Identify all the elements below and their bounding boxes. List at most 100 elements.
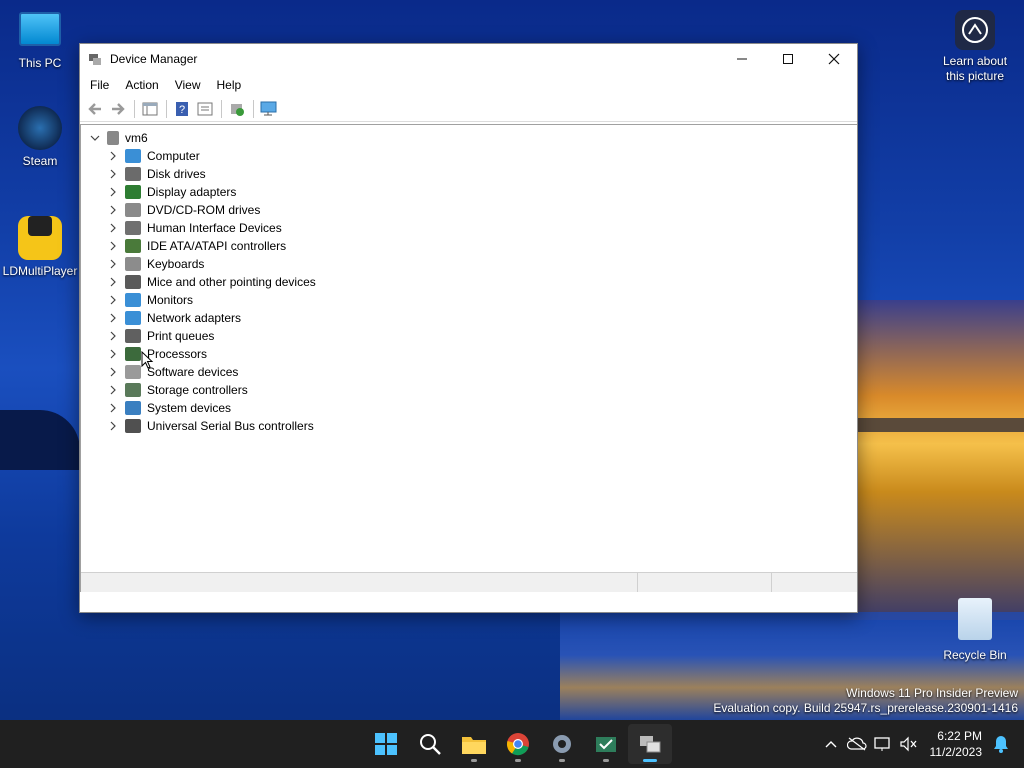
feedback-hub-button[interactable]: [584, 724, 628, 764]
volume-button[interactable]: [896, 731, 922, 757]
steam-icon: [18, 106, 62, 150]
title-bar[interactable]: Device Manager: [80, 44, 857, 74]
forward-button[interactable]: [107, 98, 129, 120]
show-hidden-icons-button[interactable]: [818, 731, 844, 757]
desktop-icon-steam[interactable]: Steam: [0, 106, 80, 168]
wallpaper-pier: [858, 418, 1024, 432]
close-button[interactable]: [811, 44, 857, 74]
software-device-icon: [125, 365, 141, 379]
expand-chevron-icon[interactable]: [107, 366, 119, 378]
expand-chevron-icon[interactable]: [107, 150, 119, 162]
menu-help[interactable]: Help: [209, 78, 250, 92]
device-category-row[interactable]: DVD/CD-ROM drives: [107, 201, 260, 219]
expand-chevron-icon[interactable]: [107, 276, 119, 288]
watermark-line1: Windows 11 Pro Insider Preview: [846, 686, 1018, 700]
device-category-row[interactable]: Keyboards: [107, 255, 204, 273]
scan-hardware-icon: [260, 101, 277, 115]
device-category-row[interactable]: Monitors: [107, 291, 193, 309]
device-manager-taskbar-button[interactable]: [628, 724, 672, 764]
minimize-button[interactable]: [719, 44, 765, 74]
device-manager-icon: [640, 736, 661, 753]
device-manager-app-icon: [88, 52, 102, 66]
notifications-button[interactable]: [988, 731, 1014, 757]
start-button[interactable]: [364, 724, 408, 764]
device-category-row[interactable]: Human Interface Devices: [107, 219, 282, 237]
expand-chevron-icon[interactable]: [107, 204, 119, 216]
expand-chevron-icon[interactable]: [107, 384, 119, 396]
expand-chevron-icon[interactable]: [107, 258, 119, 270]
device-category-row[interactable]: Mice and other pointing devices: [107, 273, 316, 291]
maximize-button[interactable]: [765, 44, 811, 74]
device-category-label: Human Interface Devices: [147, 221, 282, 235]
expand-chevron-icon[interactable]: [107, 222, 119, 234]
hid-icon: [125, 221, 141, 235]
desktop-icon-ldmultiplayer[interactable]: LDMultiPlayer: [0, 204, 80, 278]
update-driver-icon: [231, 103, 244, 116]
expand-chevron-icon[interactable]: [107, 168, 119, 180]
expand-chevron-icon[interactable]: [107, 240, 119, 252]
properties-button[interactable]: [194, 98, 216, 120]
network-adapter-icon: [125, 311, 141, 325]
expand-chevron-icon[interactable]: [107, 402, 119, 414]
device-manager-window: Device Manager File Action View Help ? v…: [79, 43, 858, 613]
device-category-label: Mice and other pointing devices: [147, 275, 316, 289]
device-category-row[interactable]: Processors: [107, 345, 207, 363]
taskbar-apps: [364, 720, 672, 768]
os-watermark: Windows 11 Pro Insider Preview Evaluatio…: [713, 686, 1018, 716]
search-button[interactable]: [408, 724, 452, 764]
device-category-row[interactable]: Print queues: [107, 327, 214, 345]
running-indicator: [515, 759, 521, 762]
onedrive-offline-icon: [846, 737, 867, 751]
system-tray: 6:22 PM 11/2/2023: [818, 720, 1015, 768]
back-button[interactable]: [84, 98, 106, 120]
settings-button[interactable]: [540, 724, 584, 764]
back-arrow-icon: [88, 102, 101, 115]
update-driver-button[interactable]: [226, 98, 248, 120]
device-category-row[interactable]: Computer: [107, 147, 200, 165]
toolbar-separator: [221, 99, 222, 118]
show-hide-console-tree-button[interactable]: [139, 98, 161, 120]
learn-about-picture[interactable]: Learn about this picture: [934, 10, 1016, 84]
network-button[interactable]: [870, 731, 896, 757]
onedrive-button[interactable]: [844, 731, 870, 757]
device-category-row[interactable]: Universal Serial Bus controllers: [107, 417, 314, 435]
clock-time: 6:22 PM: [937, 729, 982, 743]
storage-controller-icon: [125, 383, 141, 397]
menu-file[interactable]: File: [82, 78, 117, 92]
device-category-label: Processors: [147, 347, 208, 361]
svg-text:?: ?: [179, 104, 185, 116]
expand-chevron-icon[interactable]: [107, 330, 119, 342]
desktop-icon-recycle-bin[interactable]: Recycle Bin: [934, 598, 1016, 662]
device-category-row[interactable]: Display adapters: [107, 183, 236, 201]
device-category-row[interactable]: Storage controllers: [107, 381, 248, 399]
collapse-chevron-icon[interactable]: [89, 132, 101, 144]
device-category-row[interactable]: IDE ATA/ATAPI controllers: [107, 237, 286, 255]
computer-root-icon: [107, 131, 119, 145]
menu-view[interactable]: View: [167, 78, 209, 92]
file-explorer-button[interactable]: [452, 724, 496, 764]
device-category-label: Display adapters: [147, 185, 237, 199]
device-category-row[interactable]: System devices: [107, 399, 231, 417]
tree-root-node[interactable]: vm6: [89, 129, 148, 147]
device-category-label: DVD/CD-ROM drives: [147, 203, 261, 217]
chrome-button[interactable]: [496, 724, 540, 764]
device-tree-pane[interactable]: vm6 Computer Disk drives Display adapters D…: [80, 124, 857, 592]
expand-chevron-icon[interactable]: [107, 348, 119, 360]
device-category-label: Software devices: [147, 365, 239, 379]
expand-chevron-icon[interactable]: [107, 420, 119, 432]
device-category-row[interactable]: Software devices: [107, 363, 238, 381]
device-category-row[interactable]: Disk drives: [107, 165, 206, 183]
minimize-icon: [737, 58, 747, 60]
desktop-icon-this-pc[interactable]: This PC: [0, 10, 80, 70]
expand-chevron-icon[interactable]: [107, 186, 119, 198]
scan-hardware-button[interactable]: [258, 98, 280, 120]
clock[interactable]: 6:22 PM 11/2/2023: [930, 728, 983, 760]
menu-action[interactable]: Action: [117, 78, 166, 92]
help-button[interactable]: ?: [171, 98, 193, 120]
taskbar: 6:22 PM 11/2/2023: [0, 720, 1024, 768]
device-category-row[interactable]: Network adapters: [107, 309, 241, 327]
expand-chevron-icon[interactable]: [107, 312, 119, 324]
ldmultiplayer-icon: [18, 216, 62, 260]
toolbar-separator: [166, 99, 167, 118]
expand-chevron-icon[interactable]: [107, 294, 119, 306]
